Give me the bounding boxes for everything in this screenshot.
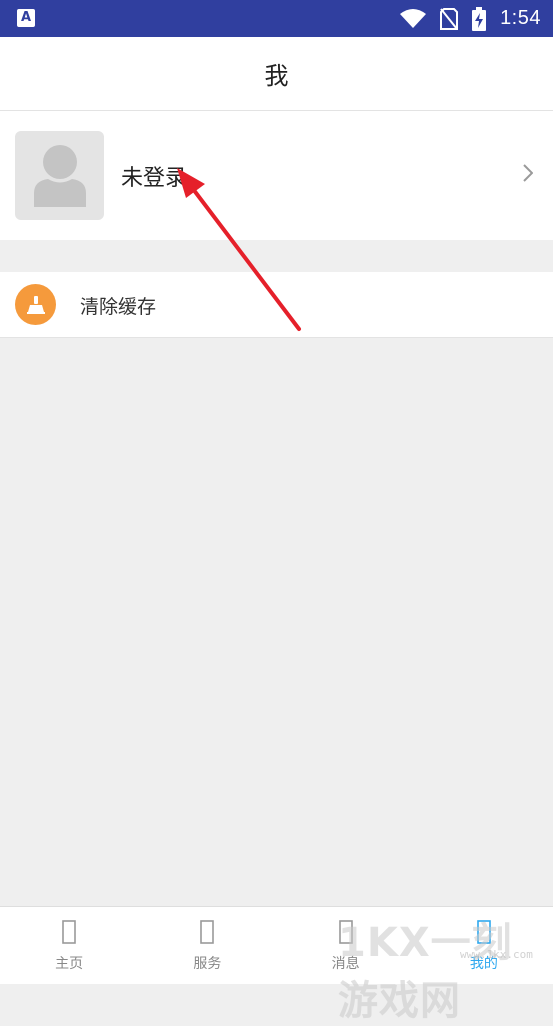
tab-mine[interactable]: 我的	[415, 907, 553, 984]
service-icon	[200, 920, 215, 944]
home-icon	[62, 920, 76, 944]
tab-home[interactable]: 主页	[0, 907, 138, 984]
tab-service[interactable]: 服务	[138, 907, 276, 984]
status-bar: A 1:54	[0, 0, 553, 37]
status-icons: 1:54	[400, 0, 541, 37]
page-header: 我	[0, 37, 553, 111]
wifi-icon	[400, 8, 427, 28]
message-icon	[338, 920, 353, 944]
clear-cache-label: 清除缓存	[80, 296, 157, 318]
status-time: 1:54	[500, 7, 541, 29]
tab-label: 消息	[331, 956, 360, 972]
no-sim-icon	[440, 7, 459, 30]
profile-card[interactable]: 未登录	[0, 111, 553, 240]
chevron-right-icon[interactable]	[523, 164, 533, 182]
broom-icon	[26, 295, 45, 314]
person-silhouette-icon	[34, 145, 86, 207]
profile-icon	[477, 920, 491, 944]
avatar[interactable]	[15, 131, 104, 220]
tab-label: 我的	[469, 956, 498, 972]
login-status-label[interactable]: 未登录	[121, 160, 187, 192]
tab-label: 服务	[193, 956, 222, 972]
clear-cache-icon-badge	[15, 284, 56, 325]
battery-charging-icon	[472, 6, 487, 31]
bottom-tab-bar: 主页 服务 消息 我的	[0, 906, 553, 984]
page-title: 我	[264, 62, 289, 90]
clear-cache-item[interactable]: 清除缓存	[0, 272, 553, 338]
tab-label: 主页	[55, 956, 84, 972]
tab-messages[interactable]: 消息	[277, 907, 415, 984]
app-notification-icon: A	[17, 9, 35, 27]
